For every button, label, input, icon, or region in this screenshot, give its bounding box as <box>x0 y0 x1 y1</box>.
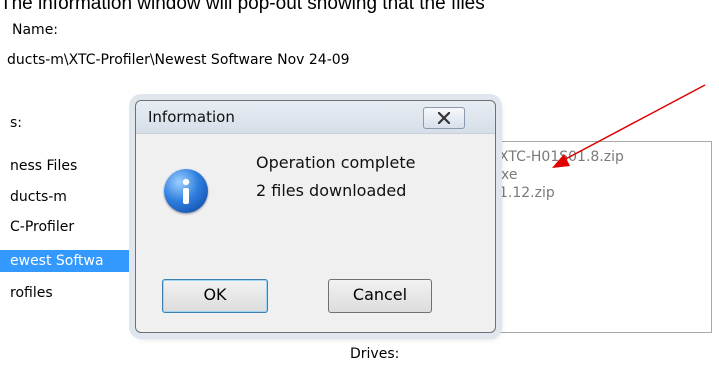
close-icon <box>437 112 451 124</box>
dialog-message-line1: Operation complete <box>256 153 416 172</box>
cancel-button[interactable]: Cancel <box>328 279 432 313</box>
tree-item[interactable]: ness Files <box>10 155 77 177</box>
tree-item[interactable]: C-Profiler <box>10 216 74 238</box>
drives-label: Drives: <box>350 346 400 362</box>
close-button[interactable] <box>423 107 465 129</box>
tree-item[interactable]: ducts-m <box>10 186 67 208</box>
path-text: ducts-m\XTC-Profiler\Newest Software Nov… <box>7 52 350 68</box>
information-dialog: Information Operation complete 2 files d… <box>135 100 496 333</box>
name-label: Name: <box>12 22 59 38</box>
instruction-caption: The information window will pop-out show… <box>0 0 485 14</box>
tree-item[interactable]: rofiles <box>10 282 53 304</box>
dialog-titlebar[interactable]: Information <box>136 101 495 134</box>
file-item[interactable]: 1.12.zip <box>499 184 711 202</box>
ok-button[interactable]: OK <box>162 279 268 313</box>
info-icon <box>164 169 208 213</box>
directories-label: s: <box>10 115 23 131</box>
annotation-arrow <box>552 84 706 168</box>
dialog-message-line2: 2 files downloaded <box>256 181 407 200</box>
tree-item-selected[interactable]: ewest Softwa <box>0 250 150 272</box>
dialog-title: Information <box>148 108 235 126</box>
